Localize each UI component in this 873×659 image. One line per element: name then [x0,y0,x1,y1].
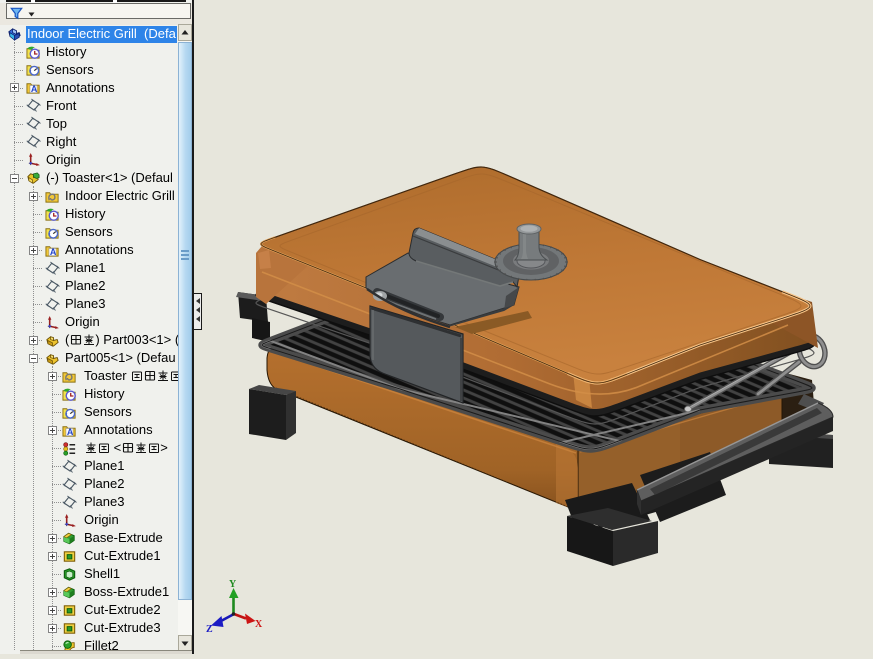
svg-text:Z: Z [206,624,213,635]
svg-text:Y: Y [229,579,237,590]
svg-text:A: A [31,84,38,94]
svg-text:A: A [67,427,74,437]
svg-text:A: A [50,247,57,257]
svg-text:X: X [255,619,263,630]
